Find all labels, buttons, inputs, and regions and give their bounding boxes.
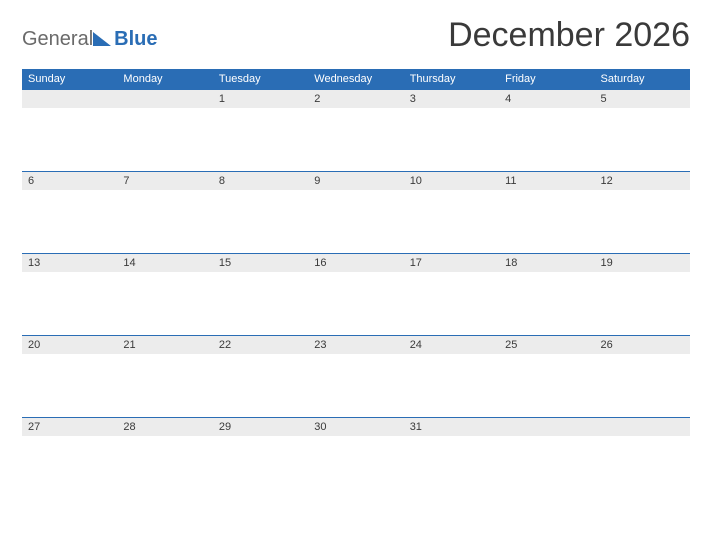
day-number: 1 [213, 90, 308, 108]
calendar-day: 27 [22, 418, 117, 500]
header: General Blue December 2026 [22, 16, 690, 57]
calendar-day: 16 [308, 254, 403, 336]
calendar-day: 7 [117, 172, 212, 254]
calendar-week: 13 14 15 16 17 18 19 [22, 254, 690, 336]
calendar-day: 11 [499, 172, 594, 254]
calendar-day: 20 [22, 336, 117, 418]
day-number: 24 [404, 336, 499, 354]
brand-text-2: Blue [114, 28, 157, 51]
calendar-week: 20 21 22 23 24 25 26 [22, 336, 690, 418]
calendar-day: 10 [404, 172, 499, 254]
day-number [595, 418, 690, 436]
day-number: 31 [404, 418, 499, 436]
day-number [499, 418, 594, 436]
calendar-day: 31 [404, 418, 499, 500]
weekday-header: Wednesday [308, 69, 403, 90]
day-number: 7 [117, 172, 212, 190]
day-number: 27 [22, 418, 117, 436]
calendar-day: 12 [595, 172, 690, 254]
calendar-body: 1 2 3 4 5 6 7 8 9 10 11 12 13 14 15 16 1… [22, 90, 690, 500]
calendar-day: 28 [117, 418, 212, 500]
day-number [117, 90, 212, 108]
day-number: 29 [213, 418, 308, 436]
day-number: 4 [499, 90, 594, 108]
day-number: 10 [404, 172, 499, 190]
weekday-header: Monday [117, 69, 212, 90]
page-title: December 2026 [448, 16, 690, 57]
day-number: 3 [404, 90, 499, 108]
day-number: 13 [22, 254, 117, 272]
calendar-day: 30 [308, 418, 403, 500]
day-number: 25 [499, 336, 594, 354]
brand-triangle-icon [93, 32, 111, 48]
calendar-week: 6 7 8 9 10 11 12 [22, 172, 690, 254]
day-number: 17 [404, 254, 499, 272]
calendar-day: 25 [499, 336, 594, 418]
day-number: 16 [308, 254, 403, 272]
calendar-day: 19 [595, 254, 690, 336]
day-number: 20 [22, 336, 117, 354]
day-number: 15 [213, 254, 308, 272]
calendar-day: 23 [308, 336, 403, 418]
weekday-header: Tuesday [213, 69, 308, 90]
calendar-day: 6 [22, 172, 117, 254]
calendar-grid: Sunday Monday Tuesday Wednesday Thursday… [22, 69, 690, 500]
day-number: 5 [595, 90, 690, 108]
calendar-day [22, 90, 117, 172]
day-number: 12 [595, 172, 690, 190]
calendar-day: 17 [404, 254, 499, 336]
weekday-header: Thursday [404, 69, 499, 90]
day-number: 9 [308, 172, 403, 190]
calendar-day: 14 [117, 254, 212, 336]
calendar-day: 5 [595, 90, 690, 172]
day-number: 14 [117, 254, 212, 272]
calendar-day: 1 [213, 90, 308, 172]
calendar-day: 4 [499, 90, 594, 172]
calendar-day: 21 [117, 336, 212, 418]
calendar-day: 13 [22, 254, 117, 336]
day-number: 28 [117, 418, 212, 436]
day-number: 2 [308, 90, 403, 108]
brand-text-1: General [22, 28, 93, 51]
day-number: 21 [117, 336, 212, 354]
calendar-day: 8 [213, 172, 308, 254]
weekday-header: Saturday [595, 69, 690, 90]
day-number: 22 [213, 336, 308, 354]
calendar-day [117, 90, 212, 172]
day-number [22, 90, 117, 108]
calendar-day: 26 [595, 336, 690, 418]
calendar-day [499, 418, 594, 500]
calendar-day: 29 [213, 418, 308, 500]
calendar-day: 15 [213, 254, 308, 336]
day-number: 8 [213, 172, 308, 190]
calendar-day: 3 [404, 90, 499, 172]
calendar-day: 18 [499, 254, 594, 336]
calendar-day: 9 [308, 172, 403, 254]
calendar-day: 24 [404, 336, 499, 418]
calendar-week: 1 2 3 4 5 [22, 90, 690, 172]
calendar-day: 2 [308, 90, 403, 172]
day-number: 23 [308, 336, 403, 354]
day-number: 6 [22, 172, 117, 190]
weekday-header: Friday [499, 69, 594, 90]
calendar-week: 27 28 29 30 31 [22, 418, 690, 500]
day-number: 11 [499, 172, 594, 190]
day-number: 18 [499, 254, 594, 272]
day-number: 30 [308, 418, 403, 436]
weekday-header: Sunday [22, 69, 117, 90]
calendar-day: 22 [213, 336, 308, 418]
day-number: 26 [595, 336, 690, 354]
weekday-header-row: Sunday Monday Tuesday Wednesday Thursday… [22, 69, 690, 90]
brand-logo: General Blue [22, 28, 158, 57]
day-number: 19 [595, 254, 690, 272]
calendar-day [595, 418, 690, 500]
